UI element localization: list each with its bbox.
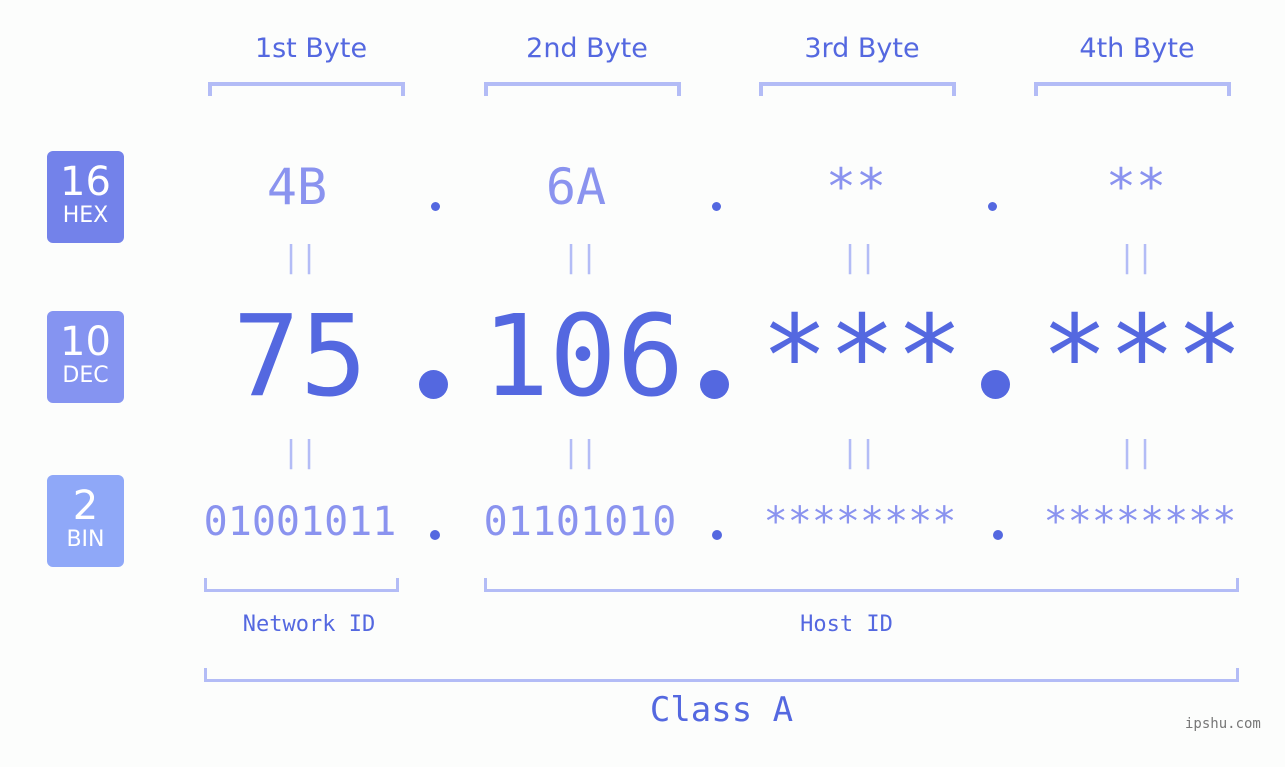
- hex-badge: 16 HEX: [47, 151, 124, 243]
- dec-base-number: 10: [60, 319, 111, 365]
- dec-base-label: DEC: [62, 363, 109, 388]
- dec-badge: 10 DEC: [47, 311, 124, 403]
- byte-header-2: 2nd Byte: [526, 33, 648, 64]
- bin-separator-dot: [712, 530, 722, 540]
- byte-bracket-4: [1034, 82, 1231, 96]
- equals-sign: ||: [1117, 240, 1155, 275]
- bin-badge: 2 BIN: [47, 475, 124, 567]
- dec-byte-3: ***: [760, 292, 964, 422]
- byte-bracket-2: [484, 82, 681, 96]
- bin-base-label: BIN: [66, 527, 105, 552]
- hex-separator-dot: [431, 202, 440, 211]
- equals-sign: ||: [840, 240, 878, 275]
- byte-header-4: 4th Byte: [1079, 33, 1195, 64]
- network-id-label: Network ID: [242, 612, 376, 637]
- hex-byte-1: 4B: [266, 158, 328, 216]
- dec-separator-dot: [419, 370, 448, 399]
- byte-header-3: 3rd Byte: [804, 33, 920, 64]
- watermark: ipshu.com: [1185, 716, 1261, 732]
- bin-separator-dot: [430, 530, 440, 540]
- hex-byte-4: **: [1105, 158, 1167, 216]
- equals-sign: ||: [281, 435, 319, 470]
- hex-separator-dot: [988, 202, 997, 211]
- hex-byte-2: 6A: [545, 158, 607, 216]
- class-label: Class A: [649, 690, 794, 730]
- bin-base-number: 2: [72, 483, 99, 529]
- class-bracket: [204, 668, 1239, 682]
- bin-byte-2: 01101010: [483, 499, 677, 545]
- byte-bracket-3: [759, 82, 956, 96]
- hex-base-label: HEX: [62, 203, 109, 228]
- equals-sign: ||: [1117, 435, 1155, 470]
- hex-separator-dot: [712, 202, 721, 211]
- equals-sign: ||: [840, 435, 878, 470]
- byte-header-1: 1st Byte: [254, 33, 368, 64]
- dec-byte-4: ***: [1040, 292, 1244, 422]
- bin-separator-dot: [993, 530, 1003, 540]
- bin-byte-4: ********: [1043, 499, 1237, 545]
- dec-byte-1: 75: [232, 292, 368, 422]
- hex-base-number: 16: [60, 159, 111, 205]
- dec-byte-2: 106: [481, 292, 685, 422]
- byte-bracket-1: [208, 82, 405, 96]
- equals-sign: ||: [561, 240, 599, 275]
- dec-separator-dot: [700, 370, 729, 399]
- bin-byte-3: ********: [763, 499, 957, 545]
- dec-separator-dot: [981, 370, 1010, 399]
- equals-sign: ||: [561, 435, 599, 470]
- host-id-label: Host ID: [800, 612, 893, 637]
- network-id-bracket: [204, 578, 399, 592]
- host-id-bracket: [484, 578, 1239, 592]
- equals-sign: ||: [281, 240, 319, 275]
- hex-byte-3: **: [825, 158, 887, 216]
- bin-byte-1: 01001011: [203, 499, 397, 545]
